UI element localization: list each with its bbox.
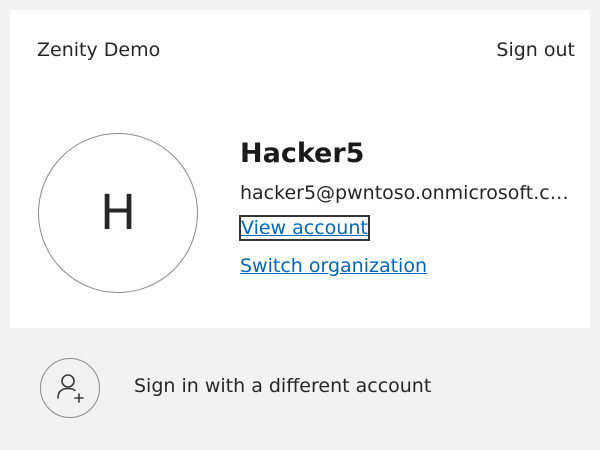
account-manager-frame: Zenity Demo Sign out H Hacker5 hacker5@p… — [0, 0, 600, 450]
user-info: Hacker5 hacker5@pwntoso.onmicrosoft.com … — [239, 136, 580, 278]
switch-organization-link[interactable]: Switch organization — [240, 254, 427, 278]
account-header: Zenity Demo Sign out — [10, 10, 590, 94]
user-email: hacker5@pwntoso.onmicrosoft.com — [240, 182, 575, 204]
sign-out-link[interactable]: Sign out — [496, 39, 575, 61]
add-user-icon — [40, 358, 100, 418]
sign-in-different-account-button[interactable]: Sign in with a different account — [10, 328, 590, 440]
view-account-link[interactable]: View account — [239, 215, 370, 241]
account-card: Zenity Demo Sign out H Hacker5 hacker5@p… — [10, 10, 590, 440]
organization-name: Zenity Demo — [37, 39, 161, 61]
user-display-name: Hacker5 — [240, 138, 365, 169]
sign-in-different-account-label: Sign in with a different account — [134, 375, 432, 397]
avatar-initial: H — [99, 185, 137, 241]
avatar: H — [38, 133, 198, 293]
